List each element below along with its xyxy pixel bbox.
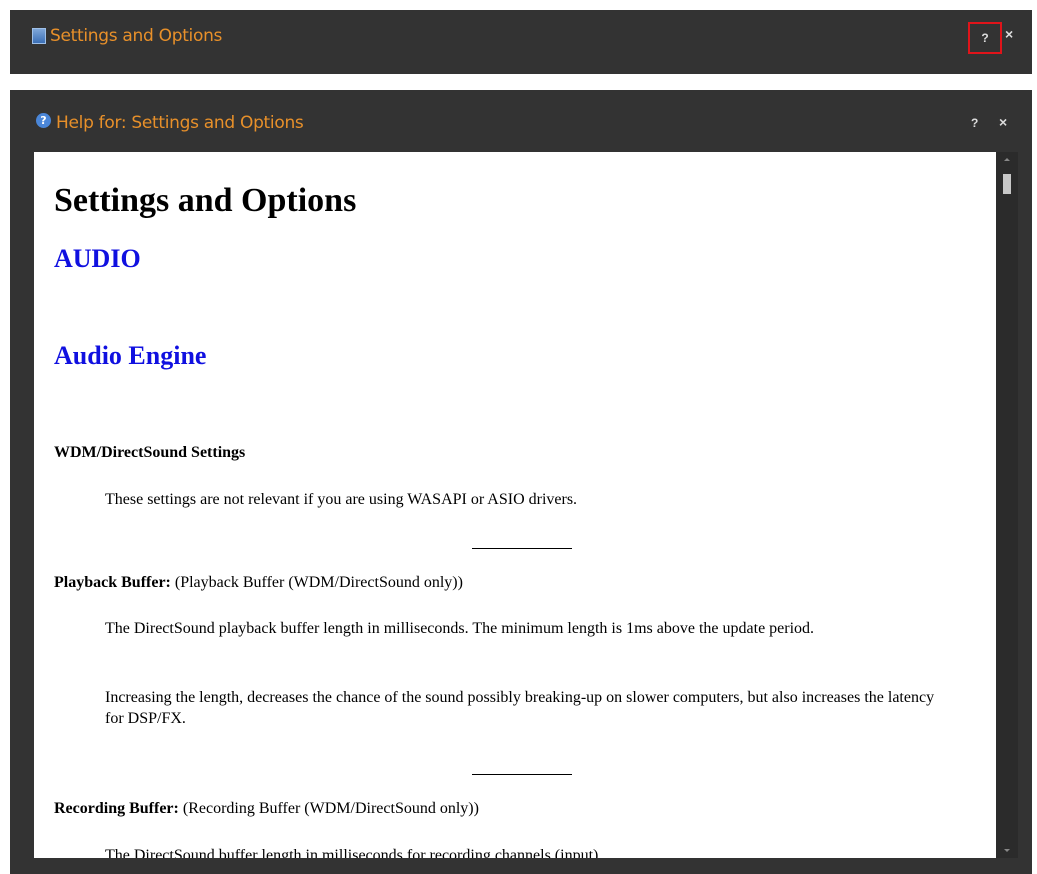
close-button[interactable]: ×: [1005, 26, 1013, 42]
help-window-title: Help for: Settings and Options: [56, 113, 304, 133]
playback-paragraph-1: The DirectSound playback buffer length i…: [105, 620, 815, 637]
recording-term: Recording Buffer:: [54, 800, 179, 817]
help-window-help-button[interactable]: ?: [971, 116, 978, 130]
intro-paragraph: These settings are not relevant if you a…: [105, 491, 578, 508]
divider: [472, 548, 572, 549]
scroll-down-arrow-icon[interactable]: [1004, 849, 1010, 852]
vertical-scrollbar[interactable]: [996, 152, 1018, 858]
subheading-wdm: WDM/DirectSound Settings: [54, 444, 246, 461]
recording-desc: (Recording Buffer (WDM/DirectSound only)…: [178, 800, 479, 817]
help-window-close-button[interactable]: ×: [999, 114, 1007, 130]
playback-term: Playback Buffer:: [54, 574, 171, 591]
section-audio-engine-link[interactable]: Audio Engine: [54, 341, 206, 371]
recording-paragraph-1: The DirectSound buffer length in millise…: [105, 847, 603, 858]
settings-window-title: Settings and Options: [50, 26, 223, 46]
scroll-thumb[interactable]: [1003, 174, 1011, 194]
playback-desc: (Playback Buffer (WDM/DirectSound only)): [170, 574, 463, 591]
doc-heading: Settings and Options: [54, 182, 357, 219]
divider: [472, 774, 572, 775]
help-window: ? Help for: Settings and Options ? × Set…: [10, 90, 1032, 874]
help-button[interactable]: ?: [968, 22, 1002, 54]
section-audio-link[interactable]: AUDIO: [54, 244, 141, 274]
app-icon: [32, 28, 46, 44]
scroll-up-arrow-icon[interactable]: [1004, 158, 1010, 161]
help-circle-icon: ?: [36, 113, 51, 128]
help-content[interactable]: Settings and Options AUDIO Audio Engine …: [34, 152, 996, 858]
playback-term-line: Playback Buffer: (Playback Buffer (WDM/D…: [54, 574, 463, 592]
recording-term-line: Recording Buffer: (Recording Buffer (WDM…: [54, 800, 479, 818]
playback-paragraph-2: Increasing the length, decreases the cha…: [105, 689, 935, 727]
settings-window-titlebar: Settings and Options ? ×: [10, 10, 1032, 74]
